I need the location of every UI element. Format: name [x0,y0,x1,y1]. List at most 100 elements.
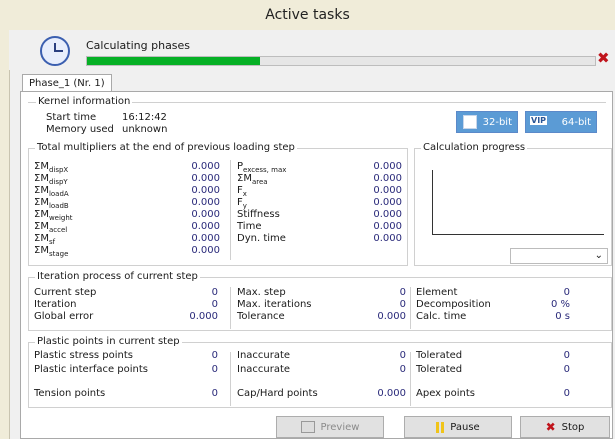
plastic-label: Tolerated [416,364,463,375]
tab-phase-1[interactable]: Phase_1 (Nr. 1) [22,74,112,92]
multiplier-symbol: ΣM [34,185,49,196]
phase-progress-bar [86,56,596,66]
cancel-icon[interactable]: ✖ [597,51,611,66]
plastic-title: Plastic points in current step [35,336,182,347]
start-time-label: Start time [46,112,97,123]
multiplier-value: 0.000 [191,233,220,244]
iteration-value: 0 s [555,311,570,322]
multiplier-symbol: ΣM [34,161,49,172]
multiplier-symbol: ΣM [34,173,49,184]
kernel-group: Kernel information [28,96,606,138]
preview-label: Preview [320,421,360,433]
multiplier-value: 0.000 [191,197,220,208]
multiplier-symbol: ΣM [34,233,49,244]
64-bit-label: 64-bit [561,116,591,128]
multipliers-title: Total multipliers at the end of previous… [35,142,297,153]
plastic-value: 0 [563,388,570,399]
iteration-label: Element [416,287,458,298]
iteration-divider-2 [410,287,411,329]
iteration-label: Calc. time [416,311,467,322]
plastic-label: Apex points [416,388,475,399]
multipliers-divider [230,160,231,260]
pause-icon [436,421,445,433]
iteration-value: 0 % [550,299,570,310]
iteration-label: Decomposition [416,299,491,310]
checkbox-icon [463,115,477,129]
iteration-value: 0 [563,287,570,298]
stop-label: Stop [561,421,585,433]
multiplier-symbol: ΣM [34,197,49,208]
multiplier-symbol: ΣM [34,209,49,220]
plastic-label: Plastic stress points [34,350,134,361]
iteration-value: 0.000 [189,311,218,322]
iteration-label: Global error [34,311,94,322]
iteration-title: Iteration process of current step [35,271,200,282]
iteration-value: 0 [399,287,406,298]
plastic-divider-2 [410,352,411,406]
multiplier-subscript: stage [48,250,69,258]
multiplier-symbol: Dyn. time [237,233,286,244]
plastic-label: Inaccurate [237,350,291,361]
plastic-value: 0 [563,350,570,361]
calc-chart-y-axis [432,170,433,234]
calc-chart-x-axis [432,234,604,235]
multiplier-value: 0.000 [373,209,402,220]
plastic-value: 0 [211,364,218,375]
multiplier-label: Dyn. time [237,233,286,244]
multiplier-symbol: ΣM [34,221,49,232]
multiplier-value: 0.000 [191,245,220,256]
multiplier-label: Stiffness [237,209,280,220]
multiplier-value: 0.000 [373,233,402,244]
multiplier-label: ΣMstage [34,245,68,258]
plastic-value: 0 [399,364,406,375]
tab-label: Phase_1 (Nr. 1) [29,78,105,89]
multiplier-symbol: Stiffness [237,209,280,220]
multiplier-value: 0.000 [191,185,220,196]
memory-label: Memory used [46,124,114,135]
iteration-label: Max. iterations [237,299,312,310]
window-titlebar: Active tasks [0,0,615,30]
memory-value: unknown [122,124,168,135]
multiplier-symbol: ΣM [237,173,252,184]
multiplier-value: 0.000 [191,173,220,184]
multiplier-value: 0.000 [373,173,402,184]
iteration-label: Max. step [237,287,286,298]
iteration-value: 0 [399,299,406,310]
plastic-label: Inaccurate [237,364,291,375]
clock-icon [40,36,70,66]
iteration-value: 0 [211,299,218,310]
plastic-value: 0 [399,350,406,361]
preview-icon [300,421,315,433]
start-time-value: 16:12:42 [122,112,167,123]
multiplier-label: Time [237,221,261,232]
window-title: Active tasks [265,7,350,23]
pause-label: Pause [450,421,480,433]
calc-progress-title: Calculation progress [421,142,528,153]
plastic-label: Cap/Hard points [237,388,318,399]
multiplier-value: 0.000 [191,221,220,232]
plastic-label: Plastic interface points [34,364,149,375]
multiplier-value: 0.000 [191,161,220,172]
stop-icon: ✖ [545,420,556,434]
multiplier-symbol: ΣM [34,245,49,256]
iteration-label: Current step [34,287,97,298]
chart-type-select[interactable]: ⌄ [510,248,608,264]
iteration-divider-1 [230,287,231,329]
64-bit-button[interactable]: VIP 64-bit [525,111,597,133]
pause-button[interactable]: Pause [404,416,512,438]
32-bit-label: 32-bit [482,116,512,128]
chevron-down-icon: ⌄ [594,250,603,261]
plastic-value: 0 [563,364,570,375]
multiplier-subscript: area [251,178,268,186]
multiplier-value: 0.000 [373,185,402,196]
preview-button[interactable]: Preview [276,416,384,438]
multiplier-value: 0.000 [373,161,402,172]
iteration-value: 0 [211,287,218,298]
multiplier-value: 0.000 [373,197,402,208]
vip-icon: VIP [530,116,548,125]
stop-button[interactable]: ✖ Stop [520,416,610,438]
phase-status-label: Calculating phases [86,39,191,52]
32-bit-button[interactable]: 32-bit [456,111,518,133]
multiplier-symbol: Time [237,221,262,232]
plastic-value: 0 [211,350,218,361]
